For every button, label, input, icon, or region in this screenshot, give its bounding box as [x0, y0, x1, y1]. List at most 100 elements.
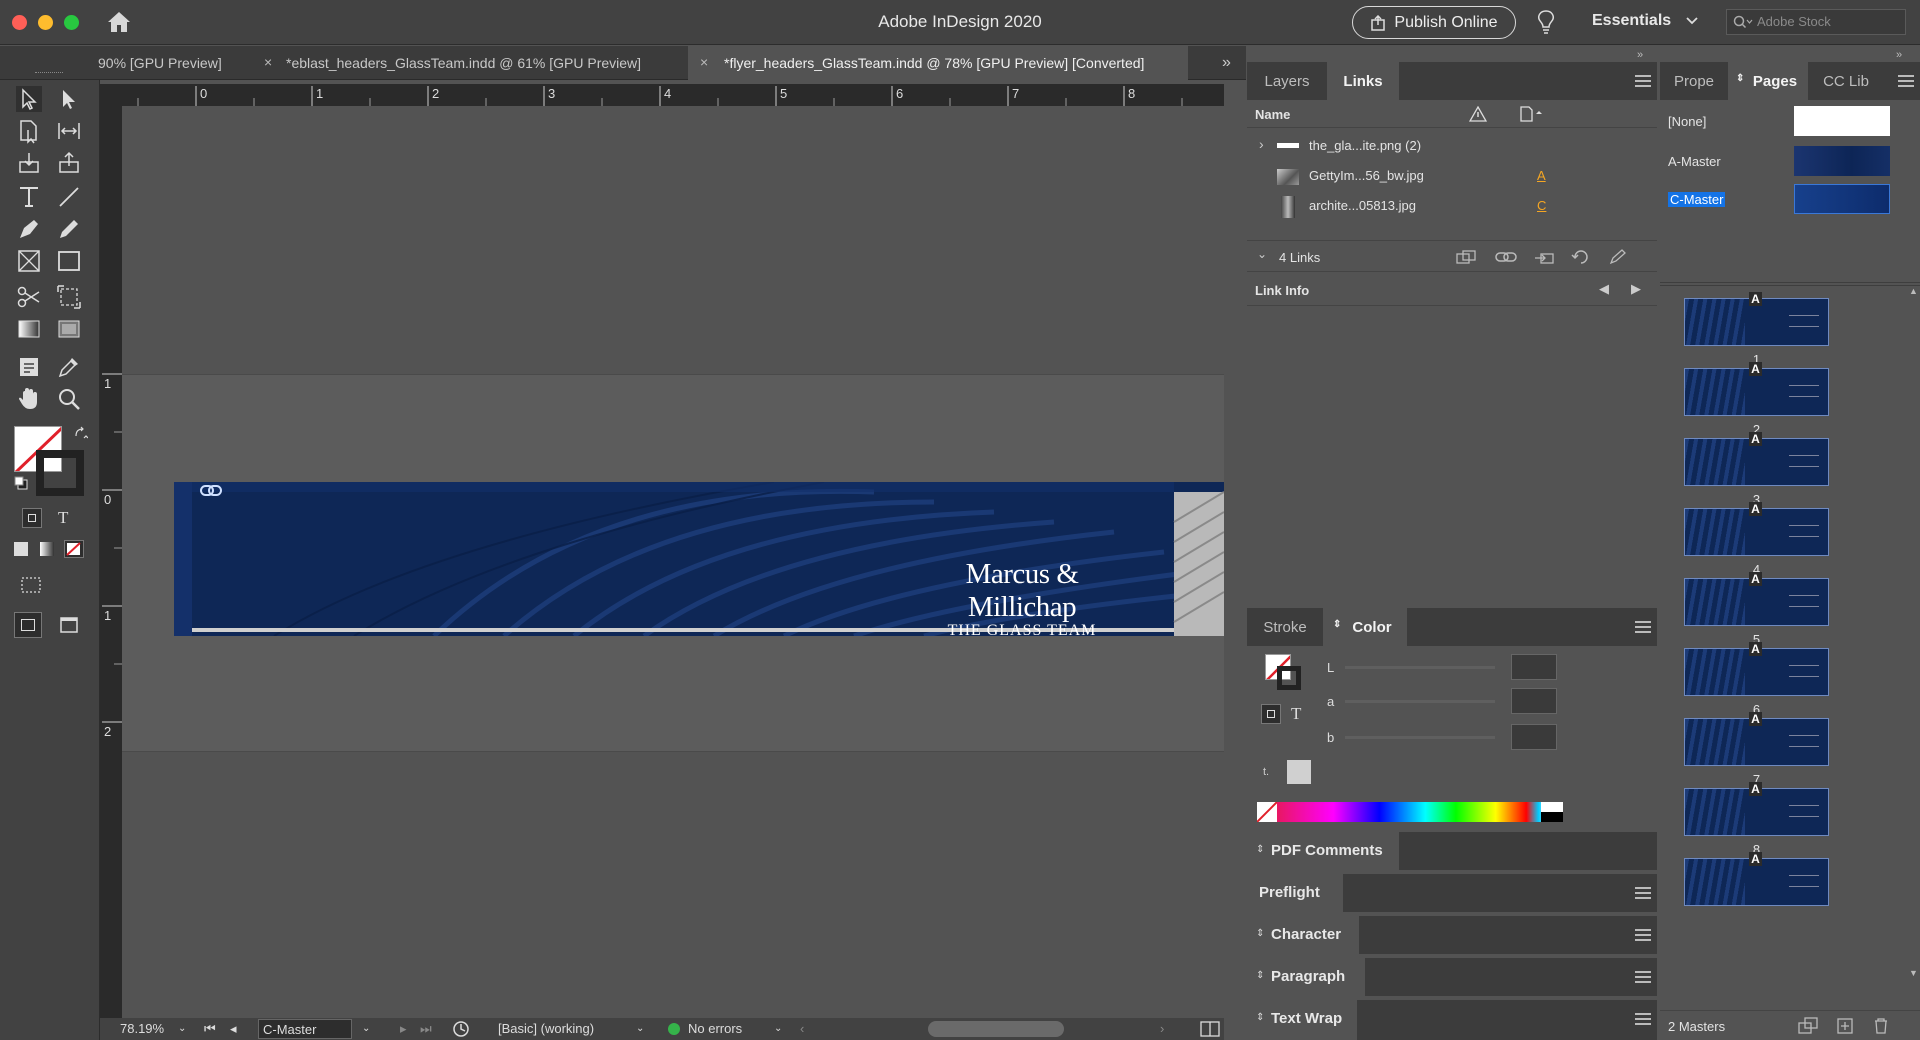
channel-input[interactable] [1511, 724, 1557, 750]
scroll-down-icon[interactable]: ▼ [1909, 968, 1918, 978]
chevron-down-icon[interactable]: ⌄ [178, 1023, 186, 1034]
new-page-icon[interactable] [1836, 1017, 1854, 1035]
screen-mode-icon[interactable] [18, 572, 44, 598]
channel-slider[interactable] [1345, 700, 1495, 703]
web-safe-swatch[interactable] [1287, 760, 1311, 784]
tab-cc-libraries[interactable]: CC Lib [1810, 62, 1882, 100]
apply-none-button[interactable] [64, 540, 84, 558]
channel-input[interactable] [1511, 688, 1557, 714]
content-collector-icon[interactable] [16, 150, 42, 176]
channel-input[interactable] [1511, 654, 1557, 680]
update-link-icon[interactable] [1571, 249, 1591, 265]
link-page[interactable]: C [1537, 198, 1546, 213]
page-field[interactable]: C-Master [258, 1019, 352, 1039]
scroll-right-icon[interactable]: › [1160, 1021, 1164, 1036]
panel-character[interactable]: ⇕ Character [1247, 916, 1657, 954]
doc-tab-1[interactable]: 90% [GPU Preview] [96, 46, 246, 80]
link-row[interactable]: GettyIm...56_bw.jpg A [1247, 163, 1657, 193]
white-chip[interactable] [1541, 802, 1563, 812]
hand-tool-icon[interactable] [16, 386, 42, 412]
last-page-icon[interactable]: ⏭ [420, 1021, 432, 1037]
workspace-switcher[interactable]: Essentials [1592, 12, 1671, 30]
links-column-name[interactable]: Name [1255, 107, 1290, 122]
scroll-up-icon[interactable]: ▲ [1909, 286, 1918, 296]
gap-tool-icon[interactable] [56, 118, 82, 144]
warning-icon[interactable] [1469, 106, 1487, 122]
split-layout-icon[interactable] [1200, 1021, 1220, 1037]
apply-color-button[interactable] [14, 542, 28, 556]
panel-pdf-comments[interactable]: ⇕ PDF Comments [1247, 832, 1657, 870]
normal-view-button[interactable] [14, 612, 42, 638]
presentation-mode-icon[interactable] [56, 612, 82, 638]
black-chip[interactable] [1541, 812, 1563, 822]
panel-text-wrap[interactable]: ⇕ Text Wrap [1247, 1000, 1657, 1040]
scroll-left-icon[interactable]: ‹ [800, 1021, 804, 1036]
page-column-icon[interactable] [1519, 106, 1543, 122]
channel-slider[interactable] [1345, 736, 1495, 739]
next-page-icon[interactable]: ▸ [400, 1021, 407, 1037]
panel-menu-icon[interactable] [1635, 75, 1651, 87]
out-of-gamut-icon[interactable]: t. [1263, 766, 1269, 778]
open-page-icon[interactable] [452, 1020, 470, 1038]
previous-link-icon[interactable]: ◀ [1599, 281, 1609, 297]
zoom-tool-icon[interactable] [56, 386, 82, 412]
tab-stroke[interactable]: Stroke [1247, 608, 1323, 646]
container-toggle[interactable] [1261, 704, 1281, 724]
link-row[interactable]: › the_gla...ite.png (2) [1247, 133, 1657, 163]
text-toggle[interactable]: T [1291, 704, 1301, 724]
expand-icon[interactable]: › [1259, 136, 1264, 152]
pencil-tool-icon[interactable] [56, 216, 82, 242]
horizontal-ruler[interactable]: 0 1 2 3 4 5 6 7 8 [100, 84, 1224, 106]
delete-page-icon[interactable] [1872, 1017, 1890, 1035]
chevron-down-icon[interactable]: ⌄ [636, 1023, 644, 1034]
apply-gradient-button[interactable] [40, 542, 54, 556]
default-fill-stroke-icon[interactable] [14, 476, 28, 490]
publish-online-button[interactable]: Publish Online [1352, 6, 1516, 39]
adobe-stock-search[interactable]: Adobe Stock [1726, 9, 1906, 35]
channel-slider[interactable] [1345, 666, 1495, 669]
pen-tool-icon[interactable] [16, 216, 42, 242]
rectangle-frame-tool-icon[interactable] [16, 248, 42, 274]
panel-collapse-icon[interactable]: » [1637, 49, 1643, 61]
panel-menu-icon[interactable] [1635, 1013, 1651, 1025]
tab-color[interactable]: ⇕ Color [1323, 608, 1407, 646]
masters-divider[interactable] [1660, 282, 1920, 286]
chevron-down-icon[interactable] [1686, 16, 1698, 26]
color-stroke-swatch[interactable] [1277, 666, 1301, 690]
panel-menu-icon[interactable] [1635, 971, 1651, 983]
first-page-icon[interactable]: ⏮ [204, 1021, 216, 1037]
free-transform-tool-icon[interactable] [56, 284, 82, 310]
tab-layers[interactable]: Layers [1247, 62, 1327, 100]
panel-paragraph[interactable]: ⇕ Paragraph [1247, 958, 1657, 996]
close-tab-icon[interactable]: × [700, 54, 708, 70]
doc-tab-3[interactable]: × *flyer_headers_GlassTeam.indd @ 78% [G… [688, 46, 1188, 80]
content-placer-icon[interactable] [56, 150, 82, 176]
relink-from-cc-icon[interactable] [1455, 249, 1477, 265]
stroke-swatch[interactable] [36, 450, 84, 496]
preflight-status[interactable]: No errors [688, 1021, 742, 1036]
panel-menu-icon[interactable] [1635, 621, 1651, 633]
line-tool-icon[interactable] [56, 184, 82, 210]
chevron-down-icon[interactable]: ⌄ [362, 1023, 370, 1034]
zoom-level[interactable]: 78.19% [120, 1021, 164, 1036]
tabs-overflow-icon[interactable]: » [1222, 54, 1231, 72]
previous-page-icon[interactable]: ◂ [230, 1021, 237, 1037]
preflight-profile[interactable]: [Basic] (working) [498, 1021, 594, 1036]
panel-menu-icon[interactable] [1635, 929, 1651, 941]
link-row[interactable]: archite...05813.jpg C [1247, 193, 1657, 223]
swap-fill-stroke-icon[interactable] [74, 426, 88, 440]
doc-tab-2[interactable]: × *eblast_headers_GlassTeam.indd @ 61% [… [252, 46, 682, 80]
lightbulb-icon[interactable] [1535, 9, 1557, 35]
relink-icon[interactable] [1495, 249, 1517, 265]
scissors-tool-icon[interactable] [16, 284, 42, 310]
page-size-icon[interactable] [1798, 1017, 1818, 1035]
go-to-link-icon[interactable] [1533, 249, 1555, 265]
edit-original-icon[interactable] [1609, 249, 1627, 265]
link-page[interactable]: A [1537, 168, 1546, 183]
panel-menu-icon[interactable] [1898, 75, 1914, 87]
chevron-down-icon[interactable]: ⌄ [774, 1023, 782, 1034]
linked-content-icon[interactable] [200, 484, 222, 498]
formatting-container-button[interactable] [22, 508, 42, 528]
master-row[interactable]: [None] [1660, 104, 1920, 138]
gradient-feather-tool-icon[interactable] [56, 316, 82, 342]
